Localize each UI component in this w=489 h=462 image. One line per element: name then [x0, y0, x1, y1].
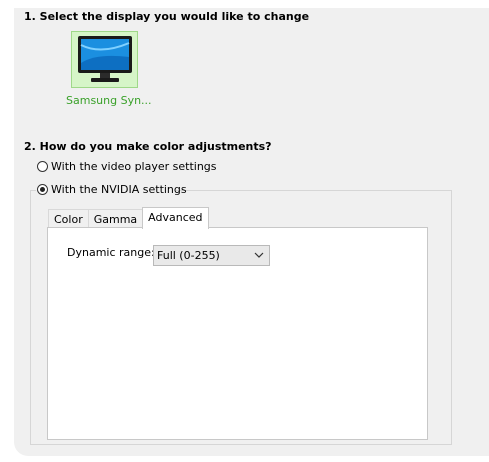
chevron-down-icon — [254, 252, 264, 258]
adjustment-tabs: Color Gamma Advanced — [48, 207, 209, 229]
dynamic-range-value: Full (0-255) — [157, 249, 220, 262]
nvidia-settings-option[interactable]: With the NVIDIA settings — [37, 183, 187, 196]
tab-advanced[interactable]: Advanced — [142, 207, 209, 229]
display-name-label: Samsung Syn... — [66, 94, 152, 107]
display-tile-samsung[interactable] — [71, 31, 138, 88]
color-adjustments-heading: 2. How do you make color adjustments? — [24, 140, 272, 153]
tab-gamma[interactable]: Gamma — [87, 209, 144, 229]
radio-button[interactable] — [37, 161, 48, 172]
nvidia-settings-label: With the NVIDIA settings — [51, 183, 187, 196]
select-display-heading: 1. Select the display you would like to … — [24, 10, 310, 23]
monitor-icon — [78, 36, 132, 82]
radio-button-checked[interactable] — [37, 184, 48, 195]
tab-color[interactable]: Color — [48, 209, 89, 229]
dynamic-range-label: Dynamic range: — [67, 246, 155, 259]
video-player-settings-label: With the video player settings — [51, 160, 217, 173]
dynamic-range-select[interactable]: Full (0-255) — [153, 245, 270, 266]
video-player-settings-option[interactable]: With the video player settings — [37, 160, 217, 173]
